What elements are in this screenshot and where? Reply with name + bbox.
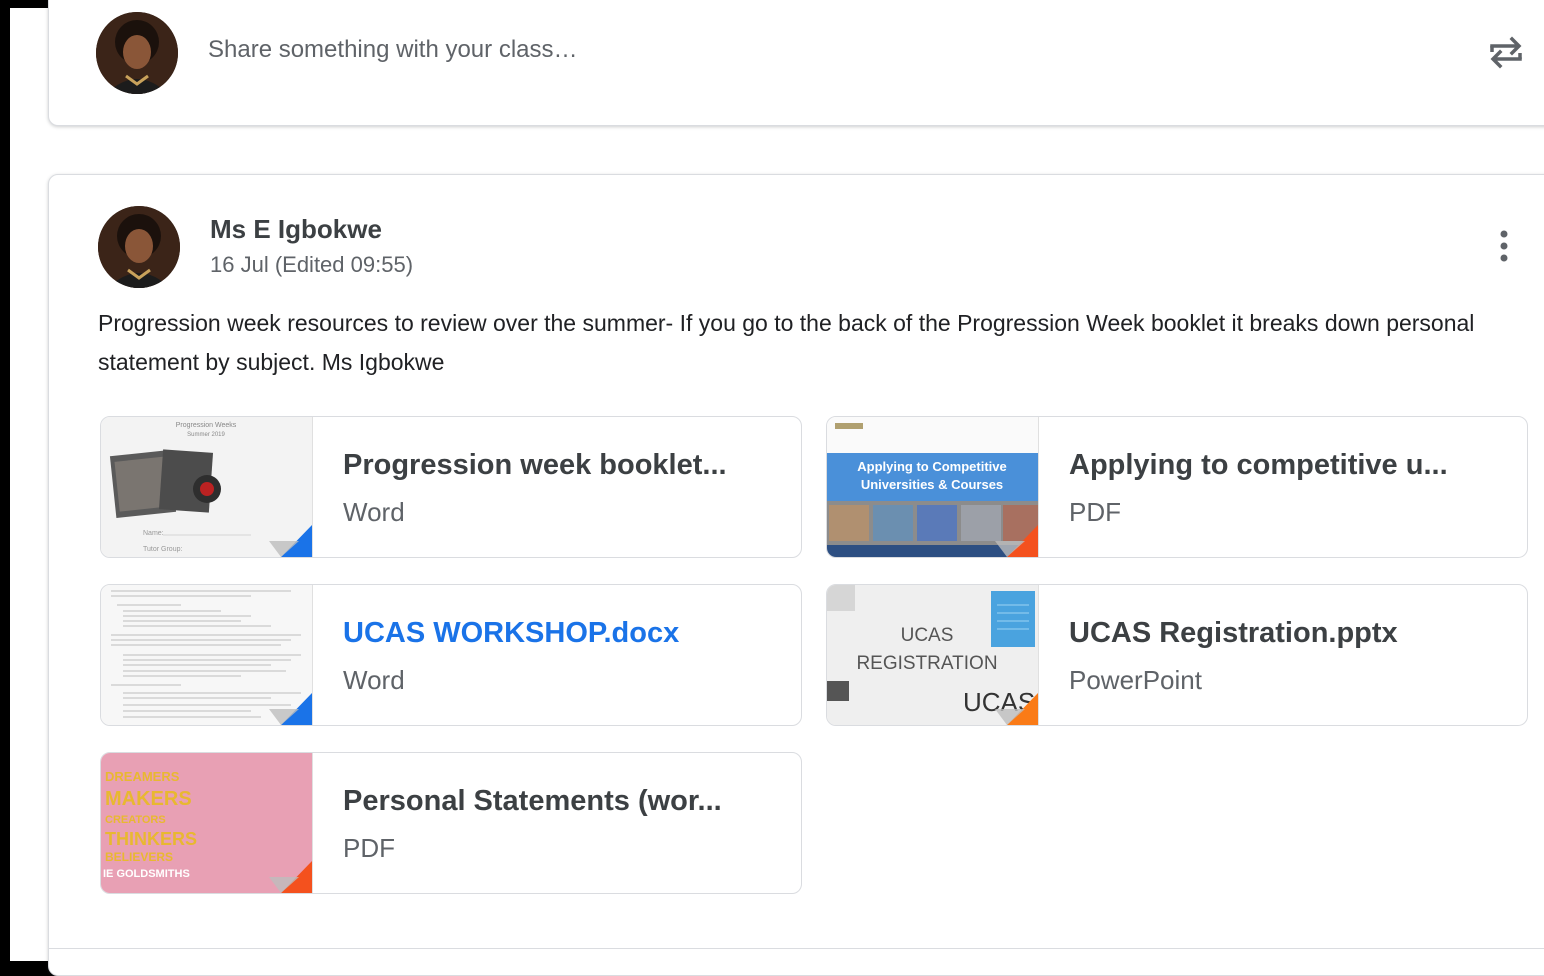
- attachment-ucas-workshop[interactable]: UCAS WORKSHOP.docx Word: [100, 584, 802, 726]
- thumb-text: UCAS: [901, 625, 954, 646]
- thumb-text: Applying to Competitive: [857, 459, 1007, 474]
- attachment-title[interactable]: Progression week booklet...: [343, 449, 727, 482]
- attachment-type: PowerPoint: [1069, 665, 1202, 695]
- thumb-text: DREAMERS: [105, 769, 180, 784]
- attachment-title[interactable]: Applying to competitive u...: [1069, 449, 1448, 482]
- thumb-text: Summer 2019: [187, 432, 225, 438]
- attachment-competitive-universities[interactable]: Applying to Competitive Universities & C…: [826, 416, 1528, 558]
- more-vert-icon[interactable]: [1490, 226, 1518, 266]
- post-date: 16 Jul (Edited 09:55): [210, 252, 414, 277]
- attachment-type: PDF: [1069, 497, 1121, 527]
- avatar: [96, 12, 178, 94]
- attachment-type: Word: [343, 497, 405, 527]
- comment-divider: [48, 948, 1544, 949]
- repost-icon[interactable]: [1484, 30, 1528, 74]
- thumb-text: Tutor Group:: [143, 546, 182, 553]
- thumb-text: CREATORS: [105, 814, 166, 826]
- thumb-text: THINKERS: [105, 829, 197, 849]
- attachment-type: Word: [343, 665, 405, 695]
- attachment-thumbnail: Progression Weeks Summer 2019 Name: Tuto…: [101, 417, 313, 557]
- attachment-thumbnail: Applying to Competitive Universities & C…: [827, 417, 1039, 557]
- author-name: Ms E Igbokwe: [210, 214, 382, 244]
- attachment-type: PDF: [343, 833, 395, 863]
- attachment-title[interactable]: Personal Statements (wor...: [343, 785, 722, 818]
- attachment-title[interactable]: UCAS WORKSHOP.docx: [343, 617, 679, 650]
- attachment-ucas-registration[interactable]: UCAS REGISTRATION UCAS UCAS Registration…: [826, 584, 1528, 726]
- thumb-text: Name:: [143, 530, 164, 537]
- attachment-thumbnail: [101, 585, 313, 725]
- attachment-title[interactable]: UCAS Registration.pptx: [1069, 617, 1398, 650]
- thumb-text: IE GOLDSMITHS: [103, 868, 190, 880]
- thumb-text: REGISTRATION: [856, 653, 997, 674]
- thumb-text: Universities & Courses: [861, 477, 1003, 492]
- thumb-text: BELIEVERS: [105, 850, 173, 864]
- attachment-progression-booklet[interactable]: Progression Weeks Summer 2019 Name: Tuto…: [100, 416, 802, 558]
- thumb-text: MAKERS: [105, 788, 192, 810]
- attachment-thumbnail: DREAMERS MAKERS CREATORS THINKERS BELIEV…: [101, 753, 313, 893]
- post-text: Progression week resources to review ove…: [98, 310, 1475, 375]
- attachment-personal-statements[interactable]: DREAMERS MAKERS CREATORS THINKERS BELIEV…: [100, 752, 802, 894]
- thumb-text: Progression Weeks: [176, 422, 237, 429]
- attachment-thumbnail: UCAS REGISTRATION UCAS: [827, 585, 1039, 725]
- share-input[interactable]: Share something with your class…: [208, 36, 578, 64]
- author-avatar: [98, 206, 180, 288]
